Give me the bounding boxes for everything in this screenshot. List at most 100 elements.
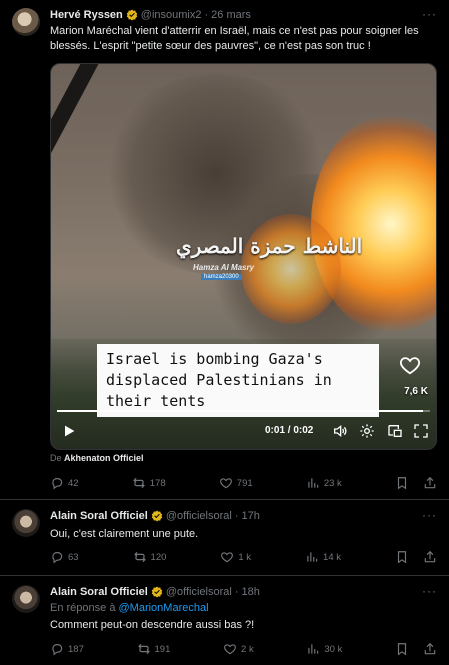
reply-count: 63 <box>68 551 79 563</box>
heart-icon <box>224 644 236 655</box>
share-icon[interactable] <box>423 476 437 490</box>
tweet[interactable]: Alain Soral Officiel @officielsoral · 18… <box>0 576 449 665</box>
video-source: De Akhenaton Officiel <box>50 453 144 463</box>
author-handle[interactable]: @officielsoral <box>166 510 232 522</box>
tweet[interactable]: Alain Soral Officiel @officielsoral · 17… <box>0 500 449 576</box>
source-name[interactable]: Akhenaton Officiel <box>64 453 144 463</box>
tweet-time[interactable]: 18h <box>241 586 259 598</box>
author-name[interactable]: Hervé Ryssen <box>50 9 123 21</box>
like-count: 2 k <box>241 643 254 655</box>
pip-icon[interactable] <box>387 423 403 439</box>
reply-mention-link[interactable]: @MarionMarechal <box>119 602 209 614</box>
reply-count: 42 <box>68 477 79 489</box>
video-watermark-tag: hamza20300 <box>201 274 242 280</box>
tweet[interactable]: Hervé Ryssen @insoumix2 · 26 mars ··· Ma… <box>0 0 449 500</box>
reply-icon <box>52 644 63 656</box>
tweet-actions: 187 191 2 k 30 k <box>50 642 437 656</box>
settings-icon[interactable] <box>359 423 375 439</box>
video-progress-bar[interactable] <box>57 410 430 412</box>
source-prefix: De <box>50 453 62 463</box>
video-frame-pole <box>51 64 106 282</box>
reply-button[interactable]: 42 <box>50 476 79 490</box>
tweet-text: Marion Maréchal vient d'atterrir en Isra… <box>50 25 419 52</box>
play-icon[interactable] <box>61 423 77 439</box>
heart-icon <box>219 478 232 489</box>
views-button[interactable]: 23 k <box>306 476 342 490</box>
tweet-text: Oui, c'est clairement une pute. <box>50 528 199 540</box>
avatar[interactable] <box>12 509 40 537</box>
verified-badge-icon <box>151 510 163 522</box>
bookmark-icon[interactable] <box>395 476 409 490</box>
separator-dot: · <box>204 9 209 21</box>
more-options-icon[interactable]: ··· <box>422 584 437 598</box>
tweet-time[interactable]: 26 mars <box>211 9 251 21</box>
tweet-time[interactable]: 17h <box>241 510 259 522</box>
like-button[interactable]: 2 k <box>223 642 254 656</box>
views-count: 23 k <box>323 477 342 489</box>
retweet-button[interactable]: 120 <box>133 550 167 564</box>
retweet-icon <box>137 643 150 655</box>
verified-badge-icon <box>126 9 138 21</box>
retweet-count: 120 <box>150 551 167 563</box>
like-button[interactable]: 1 k <box>220 550 251 564</box>
video-player[interactable]: الناشط حمزة المصري Hamza Al Masry hamza2… <box>50 63 437 450</box>
share-icon[interactable] <box>423 642 437 656</box>
reply-button[interactable]: 63 <box>50 550 79 564</box>
author-handle[interactable]: @officielsoral <box>166 586 232 598</box>
like-count: 1 k <box>238 551 252 563</box>
tweet-text: Comment peut-on descendre aussi bas ?! <box>50 619 255 631</box>
reply-icon <box>52 478 63 490</box>
views-icon <box>307 552 318 562</box>
video-watermark-arabic: الناشط حمزة المصري <box>176 234 363 258</box>
more-options-icon[interactable]: ··· <box>422 508 437 522</box>
author-handle[interactable]: @insoumix2 <box>141 9 202 21</box>
video-time: 0:01 / 0:02 <box>265 425 314 436</box>
like-button[interactable]: 791 <box>219 476 253 490</box>
retweet-icon <box>133 551 146 563</box>
video-watermark-name: Hamza Al Masry <box>193 263 255 272</box>
retweet-icon <box>132 477 145 489</box>
views-icon <box>308 644 319 654</box>
heart-icon <box>221 552 234 563</box>
avatar[interactable] <box>12 8 40 36</box>
views-button[interactable]: 14 k <box>305 550 341 564</box>
views-count: 30 k <box>324 643 343 655</box>
more-options-icon[interactable]: ··· <box>422 7 437 21</box>
tweet-header: Hervé Ryssen @insoumix2 · 26 mars <box>50 9 251 21</box>
reply-context: En réponse à @MarionMarechal <box>50 602 209 614</box>
tweet-actions: 42 178 791 23 k <box>50 476 437 490</box>
video-like-count: 7,6 K <box>404 386 428 397</box>
video-caption: Israel is bombing Gaza's displaced Pales… <box>97 344 379 417</box>
like-count: 791 <box>236 477 253 489</box>
reply-prefix: En réponse à <box>50 602 116 614</box>
video-progress-fill <box>57 410 423 412</box>
heart-icon[interactable] <box>398 354 422 376</box>
views-button[interactable]: 30 k <box>306 642 342 656</box>
bookmark-icon[interactable] <box>395 642 409 656</box>
tweet-header: Alain Soral Officiel @officielsoral · 17… <box>50 510 260 522</box>
tweet-actions: 63 120 1 k 14 k <box>50 550 437 564</box>
retweet-button[interactable]: 191 <box>137 642 171 656</box>
reply-button[interactable]: 187 <box>50 642 84 656</box>
separator-dot: · <box>234 586 239 598</box>
avatar[interactable] <box>12 585 40 613</box>
verified-badge-icon <box>151 586 163 598</box>
reply-icon <box>52 552 63 564</box>
tweet-header: Alain Soral Officiel @officielsoral · 18… <box>50 586 260 598</box>
views-count: 14 k <box>323 551 341 563</box>
tweet-extra-actions <box>395 642 437 656</box>
bookmark-icon[interactable] <box>395 550 409 564</box>
separator-dot: · <box>234 510 239 522</box>
author-name[interactable]: Alain Soral Officiel <box>50 510 148 522</box>
tweet-extra-actions <box>395 550 437 564</box>
fullscreen-icon[interactable] <box>413 423 429 439</box>
video-controls: 0:01 / 0:02 <box>51 415 436 449</box>
volume-icon[interactable] <box>332 423 348 439</box>
reply-count: 187 <box>68 643 84 655</box>
author-name[interactable]: Alain Soral Officiel <box>50 586 148 598</box>
retweet-count: 191 <box>154 643 171 655</box>
retweet-button[interactable]: 178 <box>132 476 166 490</box>
share-icon[interactable] <box>423 550 437 564</box>
retweet-count: 178 <box>149 477 166 489</box>
tweet-extra-actions <box>395 476 437 490</box>
